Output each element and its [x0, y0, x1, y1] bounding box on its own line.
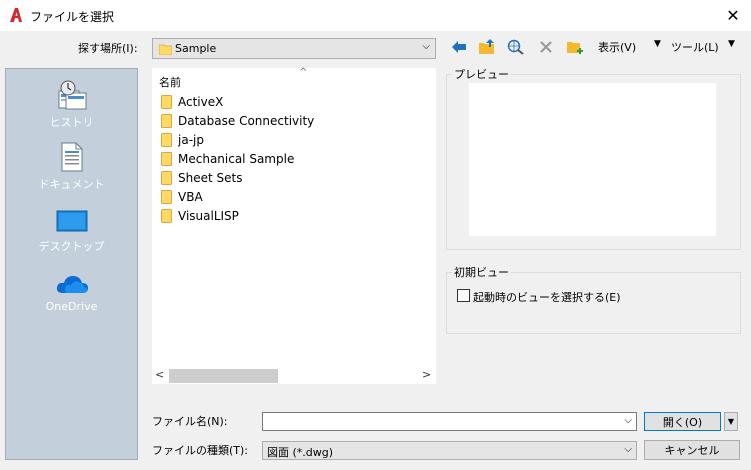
place-history[interactable]: ヒストリ [6, 75, 137, 130]
up-folder-button[interactable] [475, 36, 499, 58]
filetype-label: ファイルの種類(T): [152, 444, 249, 457]
place-label: ヒストリ [49, 116, 94, 129]
place-desktop[interactable]: デスクトップ [6, 199, 137, 254]
autocad-logo-icon [10, 8, 22, 22]
delete-button[interactable] [534, 36, 558, 58]
folder-icon [161, 94, 172, 109]
back-button[interactable] [447, 36, 471, 58]
list-item[interactable]: Sheet Sets [161, 168, 242, 187]
column-header-name[interactable]: 名前 [159, 74, 181, 90]
back-arrow-icon [452, 41, 466, 53]
desktop-icon [56, 210, 87, 232]
preview-area [469, 83, 716, 236]
folder-icon [161, 132, 172, 147]
list-item-label: VBA [178, 189, 203, 204]
place-documents[interactable]: ドキュメント [6, 137, 137, 192]
globe-search-icon [507, 39, 524, 55]
scroll-right-icon[interactable]: > [422, 368, 431, 381]
title-bar: ファイルを選択 ✕ [0, 0, 751, 31]
list-item-label: Sheet Sets [178, 170, 243, 185]
open-button[interactable]: 開く(O) [644, 412, 721, 431]
folder-icon [161, 189, 172, 204]
chevron-down-icon: ⌵ [624, 444, 632, 455]
chevron-down-icon: ⌵ [422, 41, 430, 52]
place-label: OneDrive [45, 300, 98, 313]
folder-icon [161, 170, 172, 185]
filetype-dropdown[interactable]: 図面 (*.dwg) ⌵ [262, 441, 637, 460]
tools-menu[interactable]: ツール(L) [671, 39, 719, 55]
list-item[interactable]: VisualLISP [161, 206, 239, 225]
open-options-dropdown[interactable]: ▼ [724, 412, 738, 431]
list-item-label: Database Connectivity [178, 113, 315, 128]
list-item[interactable]: Database Connectivity [161, 111, 314, 130]
folder-icon [161, 208, 172, 223]
lookin-value: Sample [175, 42, 217, 55]
new-folder-button[interactable] [563, 36, 587, 58]
list-item-label: VisualLISP [178, 208, 239, 223]
history-icon [58, 80, 86, 110]
list-item[interactable]: ja-jp [161, 130, 204, 149]
onedrive-icon [56, 276, 88, 293]
view-dropdown-arrow-icon[interactable]: ▼ [654, 39, 661, 49]
cancel-button[interactable]: キャンセル [644, 440, 740, 460]
close-icon: ✕ [726, 6, 740, 25]
folder-icon [161, 151, 172, 166]
chevron-down-icon[interactable]: ⌵ [624, 415, 632, 426]
list-item[interactable]: Mechanical Sample [161, 149, 294, 168]
filename-label: ファイル名(N): [152, 415, 228, 428]
scroll-left-icon[interactable]: < [155, 368, 164, 381]
file-list[interactable]: ^ 名前 ActiveX Database Connectivity ja-jp Me… [152, 67, 436, 368]
search-web-button[interactable] [504, 36, 528, 58]
filename-input[interactable]: ⌵ [262, 412, 637, 431]
place-label: デスクトップ [38, 240, 105, 253]
place-label: ドキュメント [38, 178, 105, 191]
list-item[interactable]: VBA [161, 187, 203, 206]
preview-label: プレビュー [452, 66, 511, 82]
lookin-dropdown[interactable]: Sample ⌵ [152, 38, 436, 59]
select-initial-view-label[interactable]: 起動時のビューを選択する(E) [473, 289, 621, 305]
initial-view-label: 初期ビュー [452, 264, 511, 280]
view-menu[interactable]: 表示(V) [598, 39, 636, 55]
list-item-label: ja-jp [178, 132, 204, 147]
list-item[interactable]: ActiveX [161, 92, 223, 111]
places-bar: ヒストリ ドキュメント デスクトップ OneDrive [5, 68, 138, 460]
place-onedrive[interactable]: OneDrive [6, 261, 137, 313]
document-icon [61, 142, 82, 172]
folder-icon [159, 44, 172, 55]
list-item-label: Mechanical Sample [178, 151, 295, 166]
sort-ascending-icon: ^ [299, 67, 308, 78]
close-button[interactable]: ✕ [715, 0, 751, 31]
lookin-label: 探す場所(I): [78, 42, 138, 55]
list-item-label: ActiveX [178, 94, 224, 109]
filetype-value: 図面 (*.dwg) [267, 446, 334, 459]
new-folder-icon [567, 42, 583, 54]
select-initial-view-checkbox[interactable] [457, 289, 470, 302]
folder-up-icon [479, 39, 494, 54]
window-title: ファイルを選択 [30, 10, 115, 24]
scroll-thumb[interactable] [169, 369, 278, 383]
folder-icon [161, 113, 172, 128]
horizontal-scrollbar[interactable]: < > [152, 368, 436, 384]
delete-icon [540, 41, 552, 53]
tools-dropdown-arrow-icon[interactable]: ▼ [728, 39, 735, 49]
